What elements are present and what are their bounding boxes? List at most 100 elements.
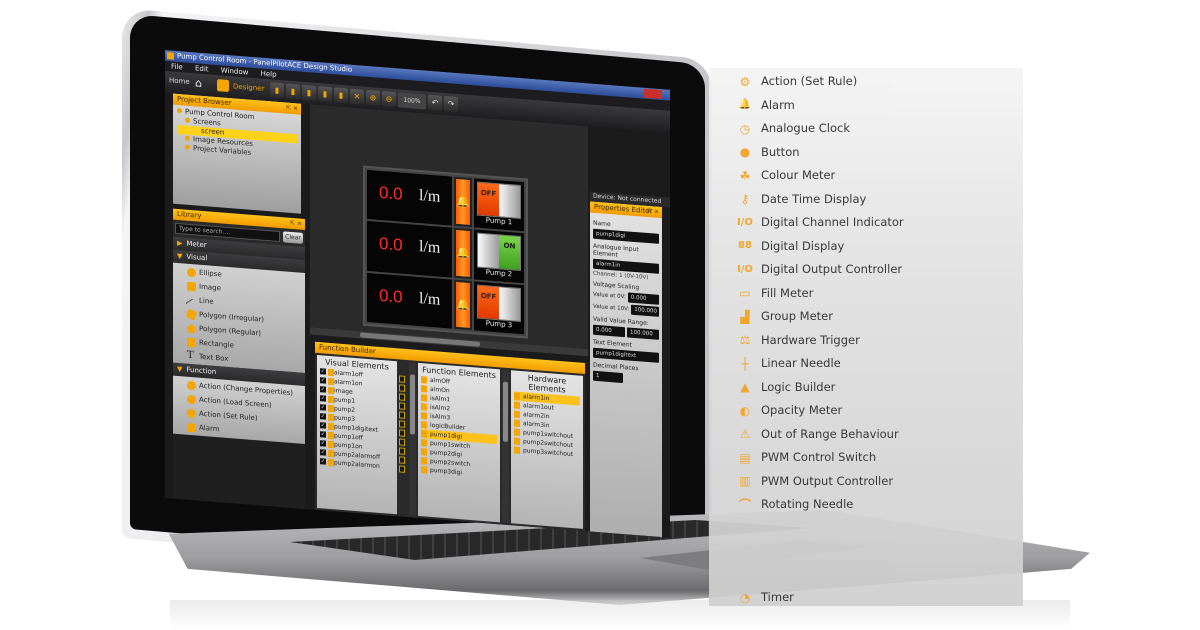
designer-icon[interactable] bbox=[217, 79, 229, 93]
zoom-in-icon[interactable]: ⊕ bbox=[366, 89, 380, 106]
undo-icon[interactable]: ↶ bbox=[428, 94, 442, 111]
pin-close-icon[interactable]: ⇱ ✕ bbox=[286, 103, 298, 115]
checkbox[interactable]: ✓ bbox=[320, 431, 326, 438]
pump-switch[interactable]: OFF Pump 1 bbox=[474, 178, 524, 232]
function-elements-scrollbar[interactable] bbox=[502, 369, 509, 524]
ellipse-icon bbox=[187, 267, 196, 278]
checkbox[interactable]: ✓ bbox=[320, 404, 326, 411]
checkbox[interactable]: ✓ bbox=[320, 449, 326, 456]
element-icon bbox=[328, 422, 334, 431]
warning-icon: ⚠ bbox=[739, 427, 751, 441]
valid-min-input[interactable]: 0.000 bbox=[593, 324, 625, 338]
list-item-label: image bbox=[334, 387, 353, 396]
link-toggle[interactable] bbox=[399, 384, 405, 392]
feature-item: ⚙ Action (Set Rule) bbox=[737, 70, 858, 92]
link-toggle[interactable] bbox=[399, 465, 405, 473]
checkbox[interactable]: ✓ bbox=[320, 458, 326, 465]
feature-item: ◔ Timer bbox=[737, 586, 794, 608]
link-toggle[interactable] bbox=[399, 438, 405, 446]
fit-screen-icon[interactable]: ✕ bbox=[350, 88, 364, 105]
checkbox[interactable]: ✓ bbox=[320, 395, 326, 402]
feature-item: ⚷ Date Time Display bbox=[737, 188, 867, 210]
link-toggles bbox=[399, 361, 407, 515]
redo-icon[interactable]: ↷ bbox=[444, 95, 458, 113]
menu-edit[interactable]: Edit bbox=[195, 64, 209, 73]
feature-label: Logic Builder bbox=[761, 379, 836, 394]
save-icon[interactable]: ▮ bbox=[302, 84, 316, 101]
checkbox[interactable]: ✓ bbox=[320, 413, 326, 420]
link-toggle[interactable] bbox=[399, 393, 405, 401]
alarm-bell-icon[interactable]: 🔔 bbox=[454, 279, 472, 331]
link-toggle[interactable] bbox=[399, 456, 405, 464]
link-toggle[interactable] bbox=[399, 447, 405, 455]
visual-elements-scrollbar[interactable] bbox=[409, 362, 416, 516]
action-gear-icon bbox=[187, 394, 196, 405]
value-0v-input[interactable]: 0.000 bbox=[627, 292, 659, 305]
feature-label: PWM Output Controller bbox=[761, 473, 894, 488]
list-item-label: pump3digi bbox=[430, 466, 463, 477]
element-icon bbox=[514, 410, 520, 418]
link-toggle[interactable] bbox=[399, 420, 405, 428]
seesaw-icon: ⚖ bbox=[739, 333, 751, 347]
checkbox[interactable]: ✓ bbox=[320, 440, 326, 447]
flow-readout[interactable]: 0.0 l/m bbox=[367, 272, 452, 329]
zoom-out-icon[interactable]: ⊖ bbox=[382, 91, 396, 108]
timer-icon: ◔ bbox=[739, 590, 751, 605]
clear-button[interactable]: Clear bbox=[283, 231, 303, 244]
flow-readout[interactable]: 0.0 l/m bbox=[367, 221, 452, 278]
link-toggle[interactable] bbox=[399, 429, 405, 437]
checkbox[interactable]: ✓ bbox=[320, 368, 326, 375]
pin-close-icon[interactable]: ⇱ ✕ bbox=[647, 206, 659, 218]
flow-readout[interactable]: 0.0 l/m bbox=[367, 169, 452, 226]
paste-icon[interactable]: ▮ bbox=[334, 87, 348, 104]
design-canvas[interactable]: 0.0 l/m 🔔 OFF Pump 1 0.0 l/m 🔔 ON Pump 2… bbox=[310, 104, 588, 357]
open-folder-icon[interactable]: ▮ bbox=[286, 83, 300, 100]
link-toggle[interactable] bbox=[399, 411, 405, 419]
feature-item: I/O Digital Output Controller bbox=[737, 258, 902, 280]
decimal-places-stepper[interactable]: 1 bbox=[593, 370, 623, 384]
pin-close-icon[interactable]: ⇱ ✕ bbox=[290, 218, 302, 230]
feature-item: ⌒ Rotating Needle bbox=[737, 493, 853, 515]
pump-switch[interactable]: OFF Pump 3 bbox=[474, 280, 524, 335]
expand-icon bbox=[185, 135, 190, 141]
panel-title: Project Browser bbox=[177, 94, 232, 108]
menu-file[interactable]: File bbox=[171, 62, 183, 71]
feature-label: Action (Set Rule) bbox=[761, 74, 858, 88]
alarm-bell-icon[interactable]: 🔔 bbox=[454, 176, 472, 228]
action-gear-icon bbox=[187, 380, 196, 391]
home-icon[interactable]: ⌂ bbox=[195, 76, 207, 90]
checkbox[interactable]: ✓ bbox=[320, 386, 326, 393]
polygon-irregular-icon bbox=[185, 308, 198, 321]
checkbox[interactable]: ✓ bbox=[320, 422, 326, 429]
feature-label: PWM Control Switch bbox=[761, 450, 877, 464]
expand-icon bbox=[185, 117, 190, 123]
save-as-icon[interactable]: ▮ bbox=[318, 86, 332, 103]
function-items: Action (Change Properties) Action (Load … bbox=[173, 375, 305, 445]
feature-label: Fill Meter bbox=[761, 285, 814, 300]
app-icon bbox=[167, 52, 174, 60]
element-icon bbox=[514, 401, 520, 409]
tab-designer[interactable]: Designer bbox=[233, 82, 264, 92]
value-10v-input[interactable]: 100.000 bbox=[631, 304, 659, 317]
link-toggle[interactable] bbox=[399, 402, 405, 410]
checkbox[interactable]: ✓ bbox=[320, 377, 326, 384]
window-close-button[interactable] bbox=[644, 88, 662, 100]
tab-home[interactable]: Home bbox=[169, 76, 190, 86]
menu-help[interactable]: Help bbox=[261, 70, 277, 79]
pump-switch[interactable]: ON Pump 2 bbox=[474, 229, 524, 283]
new-file-icon[interactable]: ▮ bbox=[270, 82, 284, 99]
colour-meter-icon: ☘ bbox=[739, 168, 751, 183]
feature-list-overlay: ⚙ Action (Set Rule) 🔔 Alarm ◷ Analogue Clock ●… bbox=[709, 68, 1023, 606]
half-circle-icon: ◐ bbox=[739, 403, 751, 418]
zoom-level-select[interactable]: 100% bbox=[398, 92, 426, 110]
bell-icon: 🔔 bbox=[738, 99, 752, 110]
link-toggle[interactable] bbox=[399, 375, 405, 383]
flow-value: 0.0 bbox=[379, 285, 403, 307]
valid-max-input[interactable]: 100.000 bbox=[627, 327, 659, 340]
flow-unit: l/m bbox=[419, 289, 441, 309]
element-icon bbox=[328, 413, 334, 422]
element-icon bbox=[328, 431, 334, 440]
alarm-bell-icon[interactable]: 🔔 bbox=[454, 228, 472, 279]
flow-unit: l/m bbox=[419, 238, 441, 257]
element-icon bbox=[328, 458, 334, 467]
